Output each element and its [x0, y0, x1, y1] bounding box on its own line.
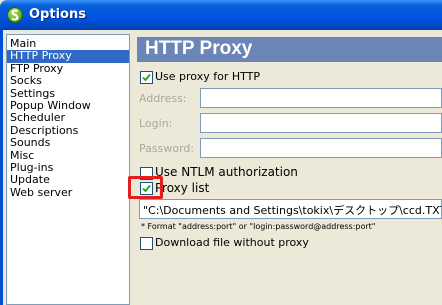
window-title: Options [29, 7, 86, 22]
use-proxy-checkbox[interactable] [140, 71, 153, 84]
download-without-proxy-checkbox[interactable] [140, 237, 153, 250]
ntlm-label[interactable]: Use NTLM authorization [155, 165, 298, 179]
nav-item-scheduler[interactable]: Scheduler [7, 112, 129, 124]
login-field[interactable] [200, 113, 442, 133]
nav-item-update[interactable]: Update [7, 174, 129, 186]
address-field[interactable] [200, 88, 442, 108]
nav-item-sounds[interactable]: Sounds [7, 136, 129, 149]
login-label: Login: [139, 117, 173, 130]
nav-item-web-server[interactable]: Web server [7, 186, 129, 199]
checkmark-icon [142, 73, 151, 82]
proxy-list-label[interactable]: Proxy list [155, 181, 209, 195]
password-label: Password: [139, 142, 195, 155]
nav-item-socks[interactable]: Socks [7, 74, 129, 87]
password-field[interactable] [200, 138, 442, 158]
format-note: * Format "address:port" or "login:passwo… [141, 222, 376, 231]
options-category-list[interactable]: Main HTTP Proxy FTP Proxy Socks Settings… [6, 34, 130, 305]
download-without-proxy-label[interactable]: Download file without proxy [155, 236, 309, 249]
title-bar[interactable]: Options [0, 0, 442, 30]
red-highlight-box [128, 176, 163, 199]
address-label: Address: [139, 92, 187, 105]
use-proxy-label[interactable]: Use proxy for HTTP [155, 70, 260, 83]
nav-item-http-proxy[interactable]: HTTP Proxy [7, 50, 129, 63]
app-globe-icon [7, 7, 23, 23]
panel-title: HTTP Proxy [145, 38, 253, 59]
proxy-list-path-field[interactable]: "C:\Documents and Settings\tokix\デスクトップ\… [139, 199, 442, 219]
panel-header: HTTP Proxy [137, 37, 442, 62]
